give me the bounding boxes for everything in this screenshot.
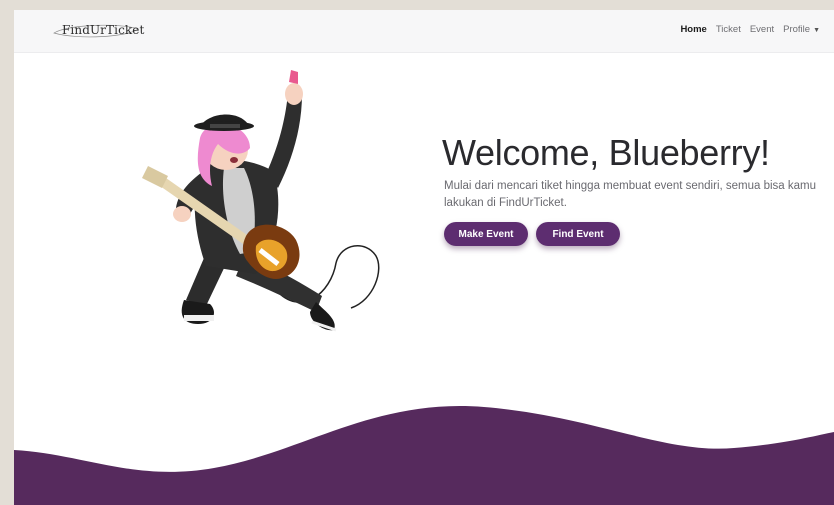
footer-wave [14, 405, 834, 505]
nav-links: Home Ticket Event Profile ▼ [680, 24, 820, 35]
brand-name: FindUrTicket [62, 23, 145, 37]
welcome-heading: Welcome, Blueberry! [442, 132, 770, 173]
page: FindUrTicket Home Ticket Event Profile▼ [14, 10, 834, 505]
navbar: FindUrTicket Home Ticket Event Profile ▼ [14, 10, 834, 53]
find-event-button[interactable]: Find Event [536, 222, 620, 246]
nav-profile-label: Profile [783, 24, 811, 35]
nav-event[interactable]: Event [750, 24, 774, 35]
make-event-button[interactable]: Make Event [444, 222, 528, 246]
brand-logo[interactable]: FindUrTicket [48, 20, 145, 42]
nav-ticket[interactable]: Ticket [716, 24, 741, 35]
nav-home[interactable]: Home [680, 24, 706, 35]
guitarist-illustration [142, 70, 380, 332]
hero-subtitle: Mulai dari mencari tiket hingga membuat … [444, 180, 817, 209]
caret-down-icon: ▼ [813, 27, 820, 34]
nav-profile-dropdown[interactable]: Profile ▼ [783, 24, 820, 35]
